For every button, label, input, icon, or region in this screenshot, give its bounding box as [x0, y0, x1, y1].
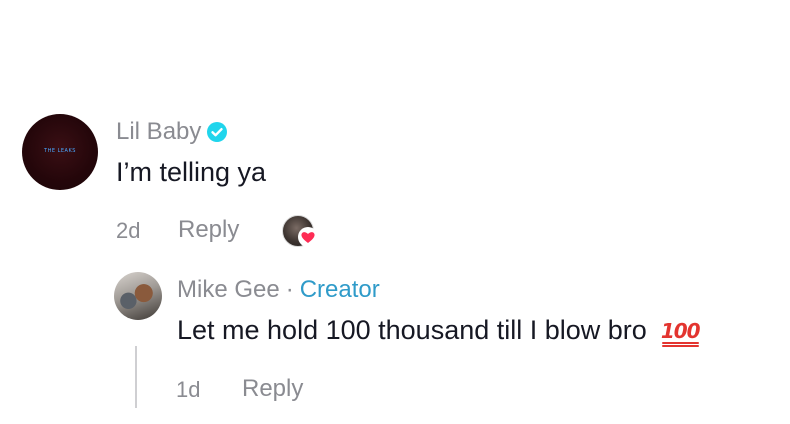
separator-dot: · [285, 276, 294, 303]
thread-line [135, 346, 137, 408]
reply-username-label: Mike Gee [177, 276, 280, 303]
comment-timestamp: 2d [116, 218, 141, 243]
reply-text-row: Let me hold 100 thousand till I blow bro… [177, 315, 701, 346]
reply-button[interactable]: Reply [178, 216, 239, 244]
username-label: Lil Baby [116, 118, 202, 145]
reply-avatar[interactable] [114, 272, 162, 320]
verified-badge-icon [207, 122, 228, 142]
heart-icon [298, 227, 318, 247]
commenter-avatar[interactable]: THE LEAKS [22, 114, 98, 190]
reply-username[interactable]: Mike Gee · Creator [177, 276, 380, 304]
reply-text: Let me hold 100 thousand till I blow bro [177, 315, 647, 345]
reply-timestamp: 1d [176, 377, 201, 402]
avatar-logo-text: THE LEAKS [44, 148, 76, 154]
comment-text: I’m telling ya [116, 157, 267, 187]
creator-badge: Creator [299, 276, 380, 303]
reply-reply-button[interactable]: Reply [242, 375, 303, 403]
comment-username[interactable]: Lil Baby [116, 118, 228, 146]
hundred-points-icon: 100 [660, 318, 701, 344]
